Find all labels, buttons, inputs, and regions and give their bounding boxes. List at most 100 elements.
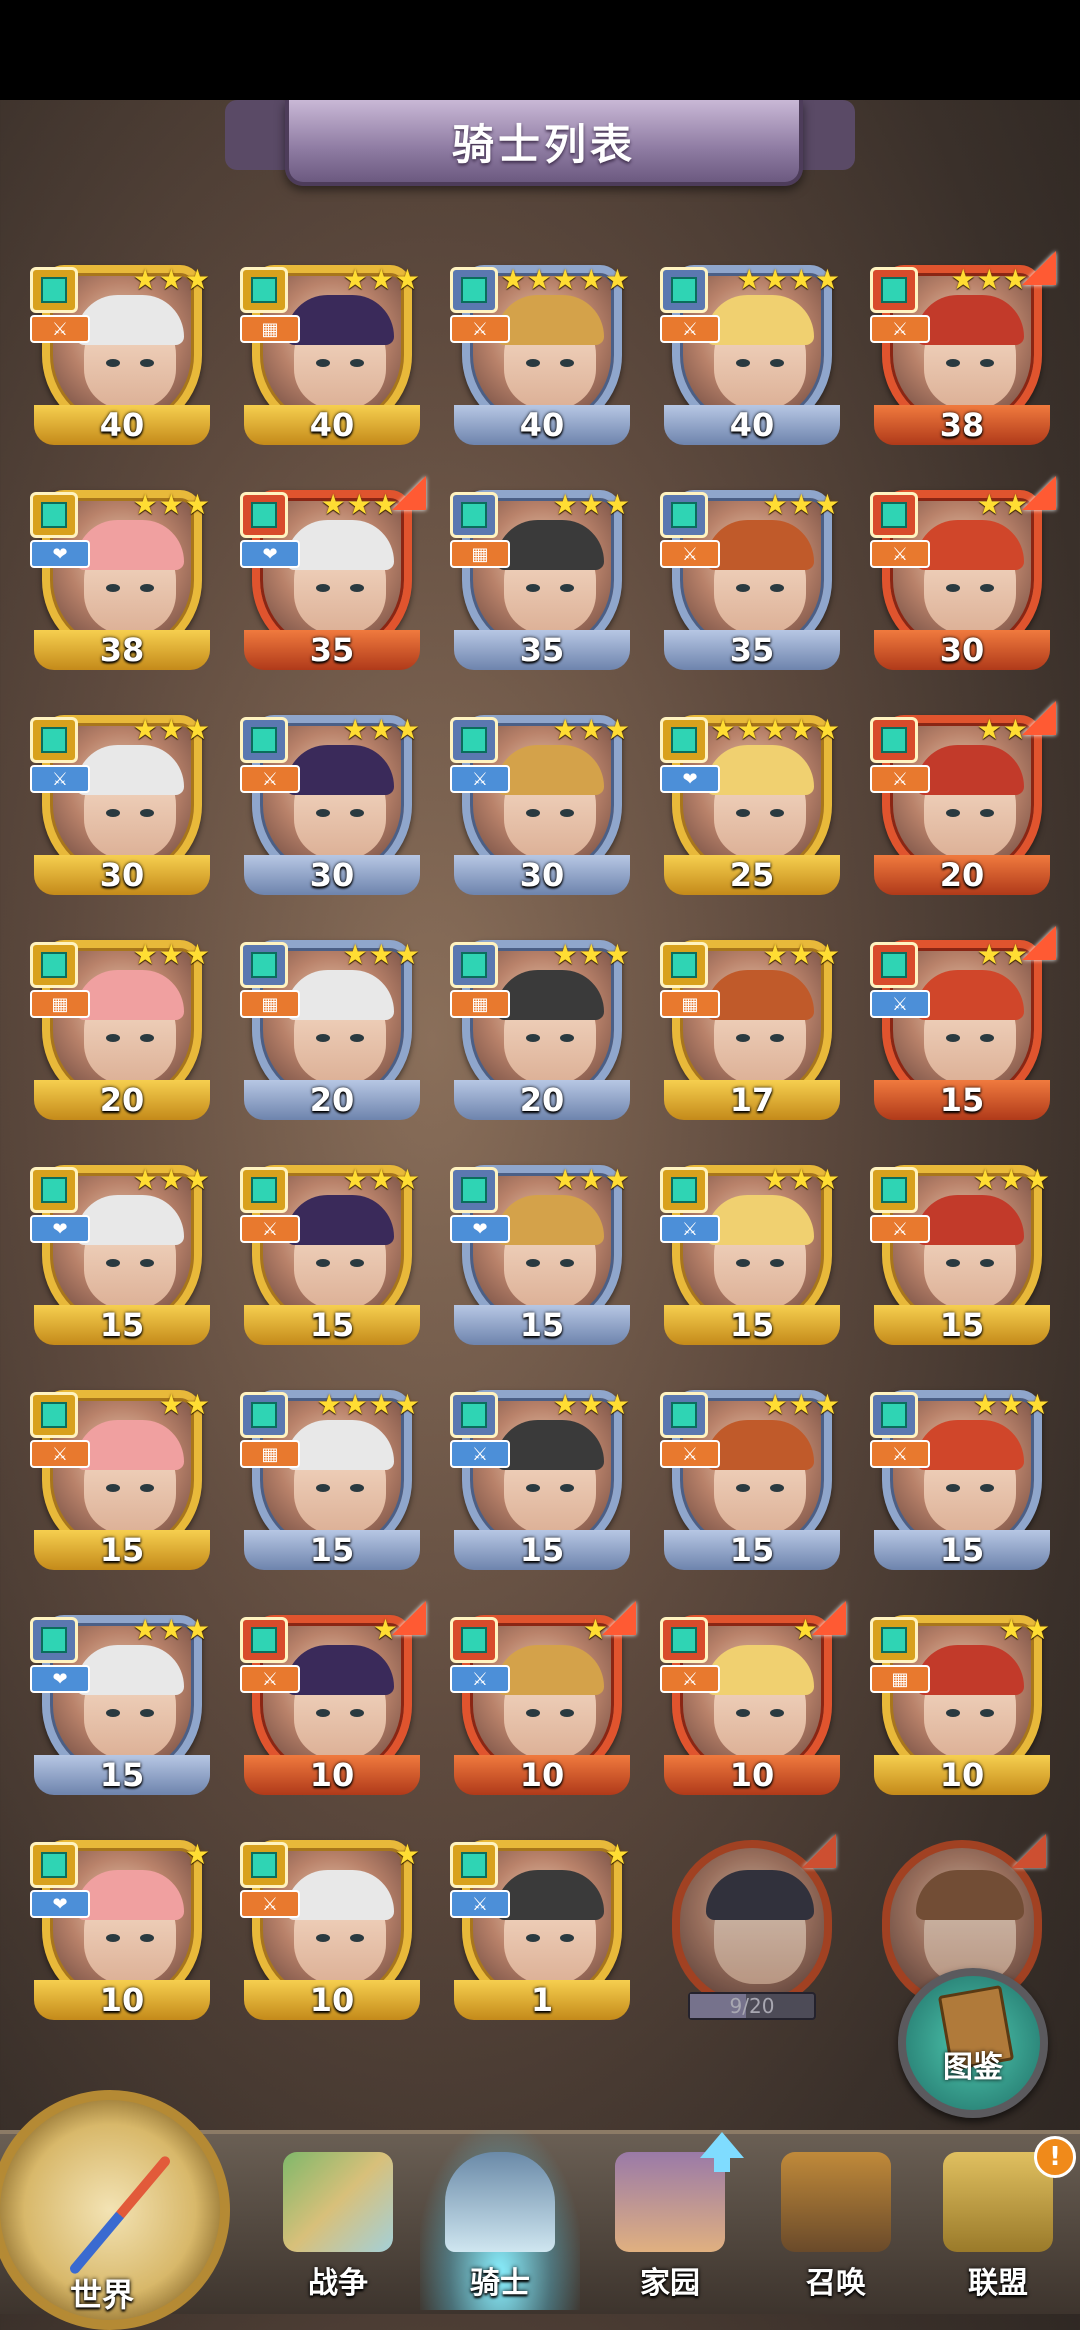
eye bbox=[736, 809, 750, 817]
star-rating: ★ ★ ★ ★ ★ bbox=[710, 715, 840, 745]
knight-card[interactable]: 15 ⚔ ★ ★ ★ bbox=[870, 1390, 1050, 1580]
class-pip bbox=[461, 1852, 487, 1878]
star-icon: ★ bbox=[604, 1163, 630, 1196]
knight-card[interactable]: 17 ▦ ★ ★ ★ bbox=[660, 940, 840, 1130]
compass-icon bbox=[67, 2154, 173, 2276]
knight-card[interactable]: 15 ⚔ ★ ★ bbox=[870, 926, 1056, 1130]
knight-card[interactable]: 35 ⚔ ★ ★ ★ bbox=[660, 490, 840, 680]
eye bbox=[946, 359, 960, 367]
star-icon: ★ bbox=[552, 713, 578, 746]
star-rating: ★ ★ ★ bbox=[133, 940, 210, 970]
eye bbox=[140, 1259, 154, 1267]
knight-card[interactable]: 10 ⚔ ★ bbox=[240, 1601, 426, 1805]
star-icon: ★ bbox=[814, 488, 840, 521]
knight-level: 35 bbox=[309, 631, 355, 669]
nav-label-war: 战争 bbox=[308, 2266, 368, 2301]
knight-card[interactable]: 40 ⚔ ★ ★ ★ ★ ★ bbox=[450, 265, 630, 455]
knight-card[interactable]: 20 ▦ ★ ★ ★ bbox=[30, 940, 210, 1130]
knight-card[interactable]: 25 ❤ ★ ★ ★ ★ ★ bbox=[660, 715, 840, 905]
class-pip bbox=[41, 502, 67, 528]
eye bbox=[770, 1484, 784, 1492]
knight-card[interactable]: 15 ❤ ★ ★ ★ bbox=[450, 1165, 630, 1355]
star-icon: ★ bbox=[604, 1388, 630, 1421]
sword-role-icon: ⚔ bbox=[450, 315, 510, 343]
knight-card[interactable]: 20 ▦ ★ ★ ★ bbox=[450, 940, 630, 1130]
star-icon: ★ bbox=[788, 938, 814, 971]
nav-knight[interactable]: 骑士 bbox=[420, 2130, 580, 2310]
codex-button[interactable]: 图鉴 bbox=[898, 1968, 1048, 2118]
knight-card[interactable]: 10 ⚔ ★ bbox=[240, 1840, 420, 2030]
knight-card[interactable]: 35 ❤ ★ ★ ★ bbox=[240, 476, 426, 680]
knight-card[interactable]: 20 ⚔ ★ ★ bbox=[870, 701, 1056, 905]
eye bbox=[140, 809, 154, 817]
knight-card[interactable]: 15 ▦ ★ ★ ★ ★ bbox=[240, 1390, 420, 1580]
knight-card[interactable]: 10 ⚔ ★ bbox=[450, 1601, 636, 1805]
level-ribbon: 10 bbox=[244, 1755, 420, 1795]
eye bbox=[140, 359, 154, 367]
class-icon bbox=[660, 1617, 708, 1663]
star-icon: ★ bbox=[604, 488, 630, 521]
class-icon bbox=[450, 1392, 498, 1438]
knight-card[interactable]: 30 ⚔ ★ ★ ★ bbox=[240, 715, 420, 905]
knight-card[interactable]: 30 ⚔ ★ ★ bbox=[870, 476, 1056, 680]
knight-card[interactable]: 10 ❤ ★ bbox=[30, 1840, 210, 2030]
knight-card[interactable]: 15 ❤ ★ ★ ★ bbox=[30, 1615, 210, 1805]
knight-card[interactable]: 40 ⚔ ★ ★ ★ ★ bbox=[660, 265, 840, 455]
class-pip bbox=[251, 502, 277, 528]
knight-card[interactable]: 1 ⚔ ★ bbox=[450, 1840, 630, 2030]
knight-face bbox=[496, 520, 604, 634]
class-pip bbox=[251, 1627, 277, 1653]
nav-summon[interactable]: 召唤 bbox=[756, 2130, 916, 2310]
eye bbox=[980, 1034, 994, 1042]
locked-knight-card[interactable]: 9/20 bbox=[660, 1834, 840, 2030]
eye bbox=[980, 1259, 994, 1267]
knight-card[interactable]: 15 ⚔ ★ ★ ★ bbox=[870, 1165, 1050, 1355]
star-icon: ★ bbox=[736, 263, 762, 296]
knight-card[interactable]: 35 ▦ ★ ★ ★ bbox=[450, 490, 630, 680]
knight-level: 40 bbox=[99, 406, 145, 444]
knight-card[interactable]: 15 ❤ ★ ★ ★ bbox=[30, 1165, 210, 1355]
class-pip bbox=[41, 277, 67, 303]
heart-role-icon: ❤ bbox=[30, 1890, 90, 1918]
class-pip bbox=[41, 1177, 67, 1203]
knight-card[interactable]: 10 ⚔ ★ bbox=[660, 1601, 846, 1805]
level-ribbon: 20 bbox=[454, 1080, 630, 1120]
eye bbox=[560, 1934, 574, 1942]
star-icon: ★ bbox=[552, 1388, 578, 1421]
class-icon bbox=[660, 1167, 708, 1213]
nav-war[interactable]: 战争 bbox=[258, 2130, 418, 2310]
knight-card[interactable]: 15 ⚔ ★ ★ bbox=[30, 1390, 210, 1580]
knight-card[interactable]: 40 ▦ ★ ★ ★ bbox=[240, 265, 420, 455]
knight-card[interactable]: 38 ⚔ ★ ★ ★ bbox=[870, 251, 1056, 455]
class-icon bbox=[870, 942, 918, 988]
knight-level: 1 bbox=[530, 1981, 554, 2019]
world-button[interactable]: 世界 bbox=[0, 2090, 230, 2330]
knight-card[interactable]: 30 ⚔ ★ ★ ★ bbox=[450, 715, 630, 905]
knight-card[interactable]: 10 ▦ ★ ★ bbox=[870, 1615, 1050, 1805]
level-ribbon: 40 bbox=[34, 405, 210, 445]
star-icon: ★ bbox=[320, 488, 346, 521]
knight-card[interactable]: 38 ❤ ★ ★ ★ bbox=[30, 490, 210, 680]
star-rating: ★ ★ ★ bbox=[973, 1165, 1050, 1195]
level-ribbon: 15 bbox=[244, 1530, 420, 1570]
knight-card[interactable]: 30 ⚔ ★ ★ ★ bbox=[30, 715, 210, 905]
knight-card[interactable]: 15 ⚔ ★ ★ ★ bbox=[660, 1390, 840, 1580]
star-icon: ★ bbox=[788, 713, 814, 746]
knight-card[interactable]: 15 ⚔ ★ ★ ★ bbox=[660, 1165, 840, 1355]
knight-card[interactable]: 40 ⚔ ★ ★ ★ bbox=[30, 265, 210, 455]
star-rating: ★ ★ ★ bbox=[763, 940, 840, 970]
knight-card[interactable]: 15 ⚔ ★ ★ ★ bbox=[240, 1165, 420, 1355]
knight-face bbox=[706, 1420, 814, 1534]
star-rating: ★ ★ ★ bbox=[133, 715, 210, 745]
class-pip bbox=[671, 502, 697, 528]
star-icon: ★ bbox=[762, 938, 788, 971]
knight-card[interactable]: 15 ⚔ ★ ★ ★ bbox=[450, 1390, 630, 1580]
class-pip bbox=[461, 727, 487, 753]
nav-label-alliance: 联盟 bbox=[968, 2266, 1028, 2301]
grid-role-icon: ▦ bbox=[450, 990, 510, 1018]
knight-face bbox=[496, 1870, 604, 1984]
star-icon: ★ bbox=[762, 1163, 788, 1196]
eye bbox=[560, 1484, 574, 1492]
knight-card[interactable]: 20 ▦ ★ ★ ★ bbox=[240, 940, 420, 1130]
class-pip bbox=[671, 952, 697, 978]
